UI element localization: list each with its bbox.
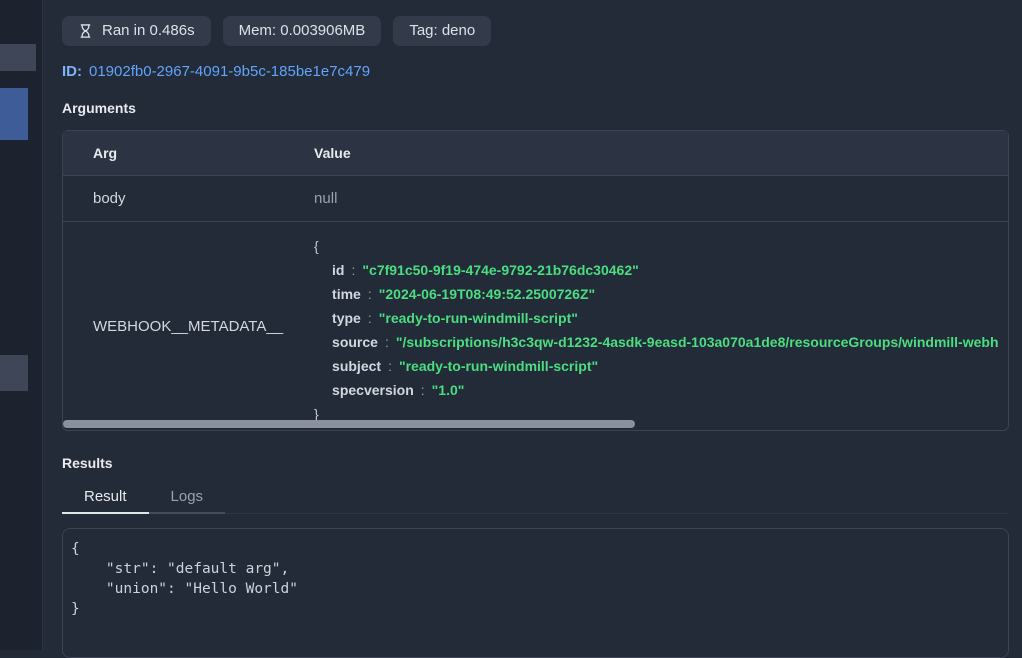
tag-badge-label: Tag: deno (409, 22, 475, 40)
json-separator: : (421, 382, 425, 398)
runtime-badge: Ran in 0.486s (62, 16, 211, 46)
json-key: time (332, 286, 361, 302)
json-separator: : (352, 262, 356, 278)
json-entry: time: "2024-06-19T08:49:52.2500726Z" (314, 282, 1008, 306)
json-value: "2024-06-19T08:49:52.2500726Z" (379, 286, 595, 302)
json-entry: specversion: "1.0" (314, 378, 1008, 402)
json-key: specversion (332, 382, 414, 398)
job-run-panel: Ran in 0.486s Mem: 0.003906MB Tag: deno … (43, 0, 1022, 650)
json-key: subject (332, 358, 381, 374)
arguments-heading: Arguments (62, 100, 1009, 116)
column-header-value: Value (284, 131, 1008, 176)
code-line: "str": "default arg", (71, 559, 998, 579)
arg-value-body: null (284, 176, 1008, 222)
arg-name-body: body (63, 176, 284, 222)
json-value: "c7f91c50-9f19-474e-9792-21b76dc30462" (362, 262, 638, 278)
memory-badge: Mem: 0.003906MB (223, 16, 382, 46)
json-separator: : (388, 358, 392, 374)
json-entry: source: "/subscriptions/h3c3qw-d1232-4asd… (314, 330, 1008, 354)
job-stats-row: Ran in 0.486s Mem: 0.003906MB Tag: deno (62, 16, 1009, 46)
job-id-label: ID: (62, 63, 82, 80)
arguments-table: Arg Value body null WEBHOOK__METADATA__ … (62, 130, 1009, 431)
arg-value-metadata: { id: "c7f91c50-9f19-474e-9792-21b76dc304… (284, 222, 1008, 430)
arg-name-metadata: WEBHOOK__METADATA__ (63, 222, 284, 430)
results-tabs: Result Logs (62, 481, 1009, 514)
table-row: body null (63, 176, 1008, 222)
app-root: Ran in 0.486s Mem: 0.003906MB Tag: deno … (0, 0, 1022, 650)
json-separator: : (368, 310, 372, 326)
json-separator: : (385, 334, 389, 350)
tab-logs[interactable]: Logs (149, 481, 226, 514)
column-header-arg: Arg (63, 131, 284, 176)
code-line: } (71, 599, 998, 619)
json-value: "1.0" (432, 382, 465, 398)
job-id-line: ID: 01902fb0-2967-4091-9b5c-185be1e7c479 (62, 63, 1009, 80)
json-value: "ready-to-run-windmill-script" (379, 310, 578, 326)
tab-result[interactable]: Result (62, 481, 149, 514)
code-line: { (71, 539, 998, 559)
json-entry: id: "c7f91c50-9f19-474e-9792-21b76dc30462… (314, 258, 1008, 282)
json-key: type (332, 310, 361, 326)
hourglass-icon (78, 23, 93, 39)
json-open-brace: { (314, 234, 1008, 258)
result-output: { "str": "default arg", "union": "Hello … (62, 528, 1009, 658)
job-id-link[interactable]: 01902fb0-2967-4091-9b5c-185be1e7c479 (89, 63, 370, 80)
json-value: "ready-to-run-windmill-script" (399, 358, 598, 374)
flow-sidebar (0, 0, 43, 650)
arguments-table-wrap: Arg Value body null WEBHOOK__METADATA__ … (62, 130, 1009, 431)
sidebar-node-top[interactable] (0, 44, 36, 71)
runtime-badge-label: Ran in 0.486s (102, 22, 195, 40)
json-key: source (332, 334, 378, 350)
code-line: "union": "Hello World" (71, 579, 998, 599)
json-separator: : (368, 286, 372, 302)
results-heading: Results (62, 455, 1009, 471)
json-value: "/subscriptions/h3c3qw-d1232-4asdk-9easd… (396, 334, 999, 350)
result-json-code: { "str": "default arg", "union": "Hello … (71, 539, 998, 619)
horizontal-scrollbar[interactable] (63, 420, 635, 428)
table-row: WEBHOOK__METADATA__ { id: "c7f91c50-9f19-… (63, 222, 1008, 430)
memory-badge-label: Mem: 0.003906MB (239, 22, 366, 40)
json-key: id (332, 262, 344, 278)
sidebar-node-bottom[interactable] (0, 355, 28, 391)
json-entry: type: "ready-to-run-windmill-script" (314, 306, 1008, 330)
json-entry: subject: "ready-to-run-windmill-script" (314, 354, 1008, 378)
table-header-row: Arg Value (63, 131, 1008, 176)
json-viewer: { id: "c7f91c50-9f19-474e-9792-21b76dc304… (314, 234, 1008, 426)
sidebar-node-selected[interactable] (0, 88, 28, 140)
tag-badge: Tag: deno (393, 16, 491, 46)
